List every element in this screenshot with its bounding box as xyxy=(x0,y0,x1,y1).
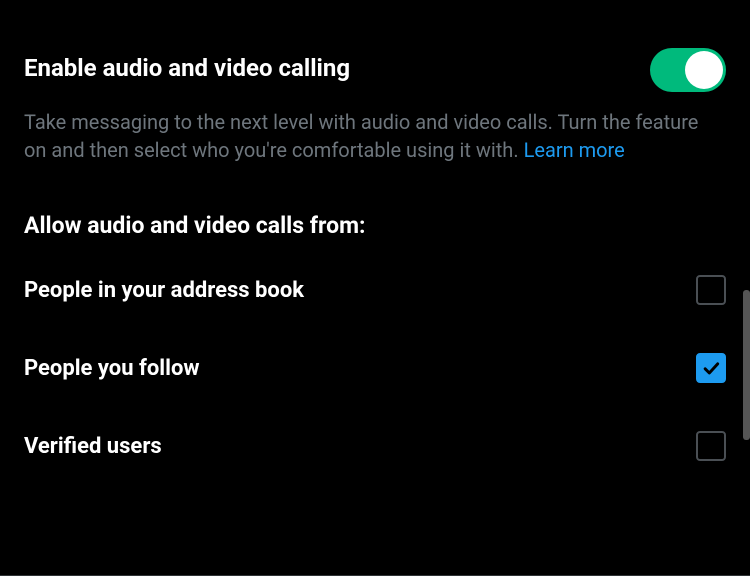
checkbox-verified-users[interactable] xyxy=(696,431,726,461)
option-label: People in your address book xyxy=(24,278,304,303)
checkbox-address-book[interactable] xyxy=(696,275,726,305)
allow-calls-section-title: Allow audio and video calls from: xyxy=(24,212,726,239)
toggle-knob xyxy=(685,51,723,89)
checkbox-people-you-follow[interactable] xyxy=(696,353,726,383)
learn-more-link[interactable]: Learn more xyxy=(524,138,625,162)
option-people-you-follow[interactable]: People you follow xyxy=(24,353,726,383)
enable-calling-toggle[interactable] xyxy=(650,48,726,92)
checkmark-icon xyxy=(701,358,721,378)
option-address-book[interactable]: People in your address book xyxy=(24,275,726,305)
main-setting-description: Take messaging to the next level with au… xyxy=(24,108,704,164)
scrollbar[interactable] xyxy=(743,290,750,440)
option-label: Verified users xyxy=(24,434,162,459)
option-label: People you follow xyxy=(24,356,200,381)
main-setting-row: Enable audio and video calling xyxy=(24,54,726,92)
option-verified-users[interactable]: Verified users xyxy=(24,431,726,461)
main-setting-title: Enable audio and video calling xyxy=(24,54,350,83)
